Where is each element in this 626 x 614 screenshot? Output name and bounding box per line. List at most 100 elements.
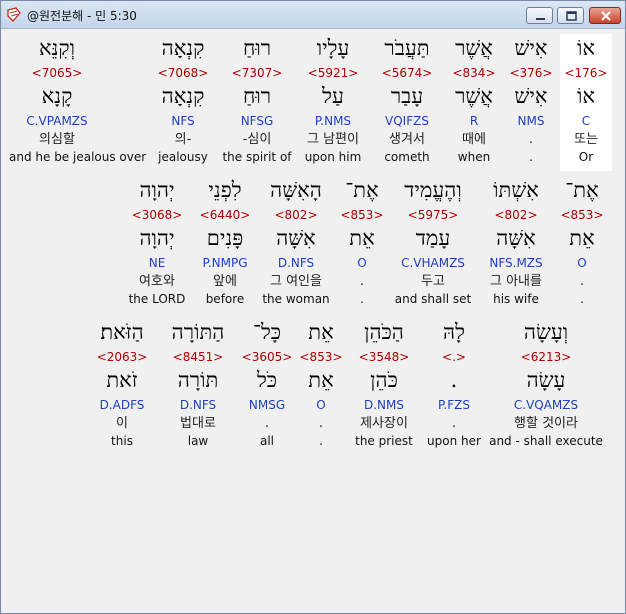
- morph-code: NMSG: [248, 398, 286, 412]
- morph-code: NFS: [171, 114, 195, 128]
- word-cell[interactable]: קִנְאָה <7068> קִנְאָה NFS 의- jealousy: [147, 36, 219, 168]
- morph-code: VQIFZS: [385, 114, 429, 128]
- strong-number: <3605>: [241, 350, 293, 364]
- word-cell[interactable]: עָלָיו <5921> עַל P.NMS 그 남편이 upon him: [297, 36, 369, 168]
- hebrew-lemma: יְהוָה: [139, 226, 175, 250]
- english-gloss: cometh: [384, 150, 430, 164]
- hebrew-word: הַכֹּהֵן: [364, 320, 404, 344]
- morph-code: D.NMS: [363, 398, 404, 412]
- minimize-button[interactable]: [526, 7, 553, 24]
- hebrew-lemma: אוֹ: [577, 84, 595, 108]
- word-cell[interactable]: וְקִנֵּא <7065> קָנָא C.VPAMZS 의심할 and h…: [9, 36, 147, 168]
- word-cell[interactable]: תַּעֲבֹר <5674> עָבַר VQIFZS 생겨서 cometh: [371, 36, 443, 168]
- korean-gloss: 때에: [462, 132, 486, 147]
- word-cell[interactable]: לָהּ <.> . P.FZS . upon her: [423, 320, 485, 452]
- word-cell[interactable]: לִפְנֵי <6440> פָּנִים P.NMPG 앞에 before: [191, 178, 259, 310]
- english-gloss: and he be jealous over: [9, 150, 147, 164]
- hebrew-word: יְהוָה: [139, 178, 175, 202]
- hebrew-word: אוֹ: [577, 36, 595, 60]
- hebrew-word: וְהֶעֱמִיד: [404, 178, 462, 202]
- english-gloss: upon him: [304, 150, 362, 164]
- word-cell[interactable]: הַזֹּאת׃ <2063> זֹאת D.ADFS 이 this: [87, 320, 157, 452]
- english-gloss: law: [187, 434, 209, 448]
- korean-gloss: .: [264, 416, 270, 431]
- english-gloss: upon her: [427, 434, 481, 448]
- hebrew-lemma: אֵת: [349, 226, 375, 250]
- korean-gloss: 법대로: [180, 416, 216, 431]
- word-cell[interactable]: יְהוָה <3068> יְהוָה NE 여호와 the LORD: [121, 178, 193, 310]
- english-gloss: the LORD: [128, 292, 186, 306]
- minimize-icon: [536, 18, 545, 20]
- english-gloss: his wife: [493, 292, 539, 306]
- strong-number: <7307>: [231, 66, 283, 80]
- strong-number: <7068>: [157, 66, 209, 80]
- morph-code: D.NFS: [277, 256, 315, 270]
- strong-number: <7065>: [31, 66, 83, 80]
- hebrew-word: וְקִנֵּא: [38, 36, 76, 60]
- word-cell[interactable]: אִשְׁתּוֹ <802> אִשָּׁה NFS.MZS 그 아내를 hi…: [479, 178, 553, 310]
- hebrew-word: הַזֹּאת׃: [100, 320, 144, 344]
- hebrew-lemma: .: [450, 368, 458, 392]
- morph-code: NE: [148, 256, 166, 270]
- korean-gloss: 그 여인을: [270, 274, 322, 289]
- hebrew-word: אֶת־: [345, 178, 379, 202]
- hebrew-word: קִנְאָה: [161, 36, 205, 60]
- morph-code: P.FZS: [438, 398, 470, 412]
- morph-code: O: [577, 256, 587, 270]
- hebrew-lemma: קִנְאָה: [161, 84, 205, 108]
- morph-code: NFSG: [240, 114, 274, 128]
- strong-number: <802>: [494, 208, 538, 222]
- english-gloss: when: [457, 150, 491, 164]
- morph-code: P.NMS: [314, 114, 352, 128]
- korean-gloss: 앞에: [213, 274, 237, 289]
- hebrew-word: אֲשֶׁר: [455, 36, 493, 60]
- close-button[interactable]: [589, 7, 621, 24]
- hebrew-word: אִישׁ: [514, 36, 548, 60]
- word-cell[interactable]: אֵת <853> אֵת O . .: [297, 320, 345, 452]
- korean-gloss: .: [579, 274, 585, 289]
- korean-gloss: .: [451, 416, 457, 431]
- hebrew-word: כָּל־: [252, 320, 282, 344]
- korean-gloss: 행할 것이라: [514, 416, 578, 431]
- maximize-button[interactable]: [557, 7, 584, 24]
- hebrew-lemma: עָשָׂה: [526, 368, 566, 392]
- hebrew-word: אֶת־: [565, 178, 599, 202]
- korean-gloss: .: [318, 416, 324, 431]
- english-gloss: the priest: [355, 434, 413, 448]
- app-icon[interactable]: [6, 7, 22, 23]
- korean-gloss: 여호와: [139, 274, 175, 289]
- korean-gloss: 그 아내를: [490, 274, 542, 289]
- word-cell[interactable]: הַכֹּהֵן <3548> כֹּהֵן D.NMS 제사장이 the pr…: [349, 320, 419, 452]
- word-cell[interactable]: הַתּוֹרָה <8451> תּוֹרָה D.NFS 법대로 law: [161, 320, 235, 452]
- word-cell-selected[interactable]: אוֹ <176> אוֹ C 또는 Or: [560, 34, 612, 171]
- word-cell[interactable]: אֶת־ <853> אֵת O . .: [333, 178, 391, 310]
- hebrew-word: וְעָשָׂה: [523, 320, 569, 344]
- word-cell[interactable]: רוּחַ <7307> רוּחַ NFSG -심이 the spirit o…: [221, 36, 293, 168]
- morph-code: O: [357, 256, 367, 270]
- word-cell[interactable]: אִישׁ <376> אִישׁ NMS . .: [505, 36, 557, 168]
- word-cell[interactable]: וְעָשָׂה <6213> עָשָׂה C.VQAMZS 행할 것이라 a…: [489, 320, 603, 452]
- korean-gloss: .: [528, 132, 534, 147]
- english-gloss: Or: [578, 150, 594, 164]
- hebrew-lemma: כֹּהֵן: [370, 368, 398, 392]
- title-bar[interactable]: @원전분해 - 민 5:30: [1, 1, 625, 29]
- close-icon: [601, 11, 611, 21]
- english-gloss: the woman: [262, 292, 330, 306]
- hebrew-word: הָאִשָּׁה: [270, 178, 322, 202]
- english-gloss: this: [111, 434, 133, 448]
- word-cell[interactable]: אֶת־ <853> אֵת O . .: [555, 178, 609, 310]
- morph-code: NMS: [517, 114, 545, 128]
- hebrew-lemma: אִשָּׁה: [276, 226, 316, 250]
- word-cell[interactable]: אֲשֶׁר <834> אֲשֶׁר R 때에 when: [441, 36, 507, 168]
- strong-number: <5921>: [307, 66, 359, 80]
- hebrew-lemma: רוּחַ: [242, 84, 272, 108]
- word-cell[interactable]: וְהֶעֱמִיד <5975> עָמַד C.VHAMZS 두고 and …: [391, 178, 475, 310]
- english-gloss: and shall set: [394, 292, 472, 306]
- strong-number: <853>: [560, 208, 604, 222]
- english-gloss: all: [259, 434, 275, 448]
- word-cell[interactable]: כָּל־ <3605> כֹּל NMSG . all: [239, 320, 295, 452]
- hebrew-lemma: אִשָּׁה: [496, 226, 536, 250]
- strong-number: <802>: [274, 208, 318, 222]
- hebrew-word: אִשְׁתּוֹ: [493, 178, 539, 202]
- word-cell[interactable]: הָאִשָּׁה <802> אִשָּׁה D.NFS 그 여인을 the …: [259, 178, 333, 310]
